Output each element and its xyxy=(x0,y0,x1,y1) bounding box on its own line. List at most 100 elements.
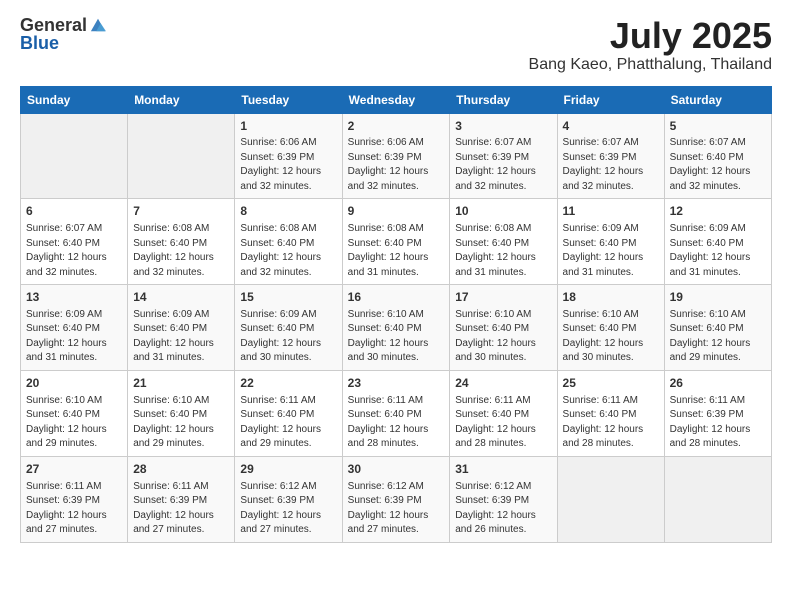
day-number: 6 xyxy=(26,203,122,220)
day-number: 16 xyxy=(348,289,445,306)
calendar-cell: 31 Sunrise: 6:12 AM Sunset: 6:39 PM Dayli… xyxy=(450,456,557,542)
calendar-cell: 18 Sunrise: 6:10 AM Sunset: 6:40 PM Dayli… xyxy=(557,285,664,371)
day-info: Sunrise: 6:07 AM Sunset: 6:40 PM Dayligh… xyxy=(26,222,122,280)
day-number: 15 xyxy=(240,289,336,306)
calendar-cell: 4Sunrise: 6:07 AM Sunset: 6:39 PM Daylig… xyxy=(557,113,664,199)
day-info: Sunrise: 6:09 AM Sunset: 6:40 PM Dayligh… xyxy=(670,222,766,280)
day-number: 24 xyxy=(455,375,551,392)
day-number: 14 xyxy=(133,289,229,306)
calendar-cell: 19 Sunrise: 6:10 AM Sunset: 6:40 PM Dayli… xyxy=(664,285,771,371)
day-number: 17 xyxy=(455,289,551,306)
calendar-cell: 25 Sunrise: 6:11 AM Sunset: 6:40 PM Dayli… xyxy=(557,370,664,456)
day-info: Sunrise: 6:07 AM Sunset: 6:40 PM Dayligh… xyxy=(670,136,766,194)
day-info: Sunrise: 6:11 AM Sunset: 6:39 PM Dayligh… xyxy=(670,394,766,452)
calendar-cell: 13Sunrise: 6:09 AM Sunset: 6:40 PM Dayli… xyxy=(21,285,128,371)
calendar-cell: 9Sunrise: 6:08 AM Sunset: 6:40 PM Daylig… xyxy=(342,199,450,285)
day-info: Sunrise: 6:12 AM Sunset: 6:39 PM Dayligh… xyxy=(455,480,551,538)
day-number: 1 xyxy=(240,118,336,135)
day-number: 31 xyxy=(455,461,551,478)
calendar-cell: 23 Sunrise: 6:11 AM Sunset: 6:40 PM Dayli… xyxy=(342,370,450,456)
calendar-cell: 24 Sunrise: 6:11 AM Sunset: 6:40 PM Dayli… xyxy=(450,370,557,456)
day-number: 26 xyxy=(670,375,766,392)
calendar-cell: 21 Sunrise: 6:10 AM Sunset: 6:40 PM Dayli… xyxy=(128,370,235,456)
day-number: 29 xyxy=(240,461,336,478)
day-info: Sunrise: 6:11 AM Sunset: 6:40 PM Dayligh… xyxy=(348,394,445,452)
calendar-cell: 15 Sunrise: 6:09 AM Sunset: 6:40 PM Dayli… xyxy=(235,285,342,371)
day-info: Sunrise: 6:09 AM Sunset: 6:40 PM Dayligh… xyxy=(26,308,122,366)
logo: General Blue xyxy=(20,16,107,52)
day-number: 7 xyxy=(133,203,229,220)
day-info: Sunrise: 6:12 AM Sunset: 6:39 PM Dayligh… xyxy=(348,480,445,538)
day-number: 28 xyxy=(133,461,229,478)
day-info: Sunrise: 6:10 AM Sunset: 6:40 PM Dayligh… xyxy=(133,394,229,452)
calendar-cell: 7 Sunrise: 6:08 AM Sunset: 6:40 PM Daylig… xyxy=(128,199,235,285)
calendar-table: SundayMondayTuesdayWednesdayThursdayFrid… xyxy=(20,86,772,543)
calendar-cell: 16 Sunrise: 6:10 AM Sunset: 6:40 PM Dayli… xyxy=(342,285,450,371)
day-info: Sunrise: 6:06 AM Sunset: 6:39 PM Dayligh… xyxy=(240,136,336,194)
day-number: 27 xyxy=(26,461,122,478)
day-number: 18 xyxy=(563,289,659,306)
calendar-cell: 17 Sunrise: 6:10 AM Sunset: 6:40 PM Dayli… xyxy=(450,285,557,371)
calendar-header-thursday: Thursday xyxy=(450,86,557,113)
calendar-header-saturday: Saturday xyxy=(664,86,771,113)
calendar-cell: 3Sunrise: 6:07 AM Sunset: 6:39 PM Daylig… xyxy=(450,113,557,199)
day-info: Sunrise: 6:08 AM Sunset: 6:40 PM Dayligh… xyxy=(348,222,445,280)
day-number: 12 xyxy=(670,203,766,220)
calendar-cell: 11 Sunrise: 6:09 AM Sunset: 6:40 PM Dayli… xyxy=(557,199,664,285)
title-area: July 2025 Bang Kaeo, Phatthalung, Thaila… xyxy=(529,16,772,74)
calendar-cell: 29Sunrise: 6:12 AM Sunset: 6:39 PM Dayli… xyxy=(235,456,342,542)
day-info: Sunrise: 6:11 AM Sunset: 6:39 PM Dayligh… xyxy=(26,480,122,538)
calendar-cell: 28 Sunrise: 6:11 AM Sunset: 6:39 PM Dayli… xyxy=(128,456,235,542)
calendar-week-4: 20 Sunrise: 6:10 AM Sunset: 6:40 PM Dayli… xyxy=(21,370,772,456)
day-info: Sunrise: 6:10 AM Sunset: 6:40 PM Dayligh… xyxy=(348,308,445,366)
day-info: Sunrise: 6:10 AM Sunset: 6:40 PM Dayligh… xyxy=(563,308,659,366)
calendar-header-wednesday: Wednesday xyxy=(342,86,450,113)
day-number: 23 xyxy=(348,375,445,392)
calendar-header-row: SundayMondayTuesdayWednesdayThursdayFrid… xyxy=(21,86,772,113)
day-info: Sunrise: 6:09 AM Sunset: 6:40 PM Dayligh… xyxy=(240,308,336,366)
day-number: 21 xyxy=(133,375,229,392)
calendar-cell: 8Sunrise: 6:08 AM Sunset: 6:40 PM Daylig… xyxy=(235,199,342,285)
calendar-header-sunday: Sunday xyxy=(21,86,128,113)
logo-general: General xyxy=(20,16,87,34)
day-info: Sunrise: 6:11 AM Sunset: 6:39 PM Dayligh… xyxy=(133,480,229,538)
day-info: Sunrise: 6:10 AM Sunset: 6:40 PM Dayligh… xyxy=(455,308,551,366)
calendar-cell xyxy=(557,456,664,542)
calendar-cell xyxy=(21,113,128,199)
day-number: 19 xyxy=(670,289,766,306)
day-info: Sunrise: 6:10 AM Sunset: 6:40 PM Dayligh… xyxy=(670,308,766,366)
calendar-cell: 6 Sunrise: 6:07 AM Sunset: 6:40 PM Daylig… xyxy=(21,199,128,285)
calendar-cell xyxy=(128,113,235,199)
page-header: General Blue July 2025 Bang Kaeo, Phatth… xyxy=(20,16,772,74)
day-number: 2 xyxy=(348,118,445,135)
day-info: Sunrise: 6:07 AM Sunset: 6:39 PM Dayligh… xyxy=(455,136,551,194)
logo-blue: Blue xyxy=(20,34,59,52)
calendar-week-1: 1Sunrise: 6:06 AM Sunset: 6:39 PM Daylig… xyxy=(21,113,772,199)
day-info: Sunrise: 6:10 AM Sunset: 6:40 PM Dayligh… xyxy=(26,394,122,452)
day-number: 10 xyxy=(455,203,551,220)
calendar-cell: 14 Sunrise: 6:09 AM Sunset: 6:40 PM Dayli… xyxy=(128,285,235,371)
calendar-cell: 5Sunrise: 6:07 AM Sunset: 6:40 PM Daylig… xyxy=(664,113,771,199)
calendar-week-2: 6 Sunrise: 6:07 AM Sunset: 6:40 PM Daylig… xyxy=(21,199,772,285)
day-info: Sunrise: 6:09 AM Sunset: 6:40 PM Dayligh… xyxy=(133,308,229,366)
calendar-cell xyxy=(664,456,771,542)
calendar-cell: 12 Sunrise: 6:09 AM Sunset: 6:40 PM Dayli… xyxy=(664,199,771,285)
day-info: Sunrise: 6:08 AM Sunset: 6:40 PM Dayligh… xyxy=(133,222,229,280)
calendar-cell: 30 Sunrise: 6:12 AM Sunset: 6:39 PM Dayli… xyxy=(342,456,450,542)
calendar-header-monday: Monday xyxy=(128,86,235,113)
day-info: Sunrise: 6:08 AM Sunset: 6:40 PM Dayligh… xyxy=(455,222,551,280)
day-number: 30 xyxy=(348,461,445,478)
day-info: Sunrise: 6:11 AM Sunset: 6:40 PM Dayligh… xyxy=(563,394,659,452)
day-number: 20 xyxy=(26,375,122,392)
day-number: 11 xyxy=(563,203,659,220)
day-info: Sunrise: 6:09 AM Sunset: 6:40 PM Dayligh… xyxy=(563,222,659,280)
day-number: 3 xyxy=(455,118,551,135)
location-title: Bang Kaeo, Phatthalung, Thailand xyxy=(529,56,772,74)
day-info: Sunrise: 6:11 AM Sunset: 6:40 PM Dayligh… xyxy=(455,394,551,452)
calendar-cell: 26 Sunrise: 6:11 AM Sunset: 6:39 PM Dayli… xyxy=(664,370,771,456)
calendar-cell: 2Sunrise: 6:06 AM Sunset: 6:39 PM Daylig… xyxy=(342,113,450,199)
day-info: Sunrise: 6:07 AM Sunset: 6:39 PM Dayligh… xyxy=(563,136,659,194)
calendar-week-5: 27 Sunrise: 6:11 AM Sunset: 6:39 PM Dayli… xyxy=(21,456,772,542)
day-info: Sunrise: 6:08 AM Sunset: 6:40 PM Dayligh… xyxy=(240,222,336,280)
day-number: 25 xyxy=(563,375,659,392)
